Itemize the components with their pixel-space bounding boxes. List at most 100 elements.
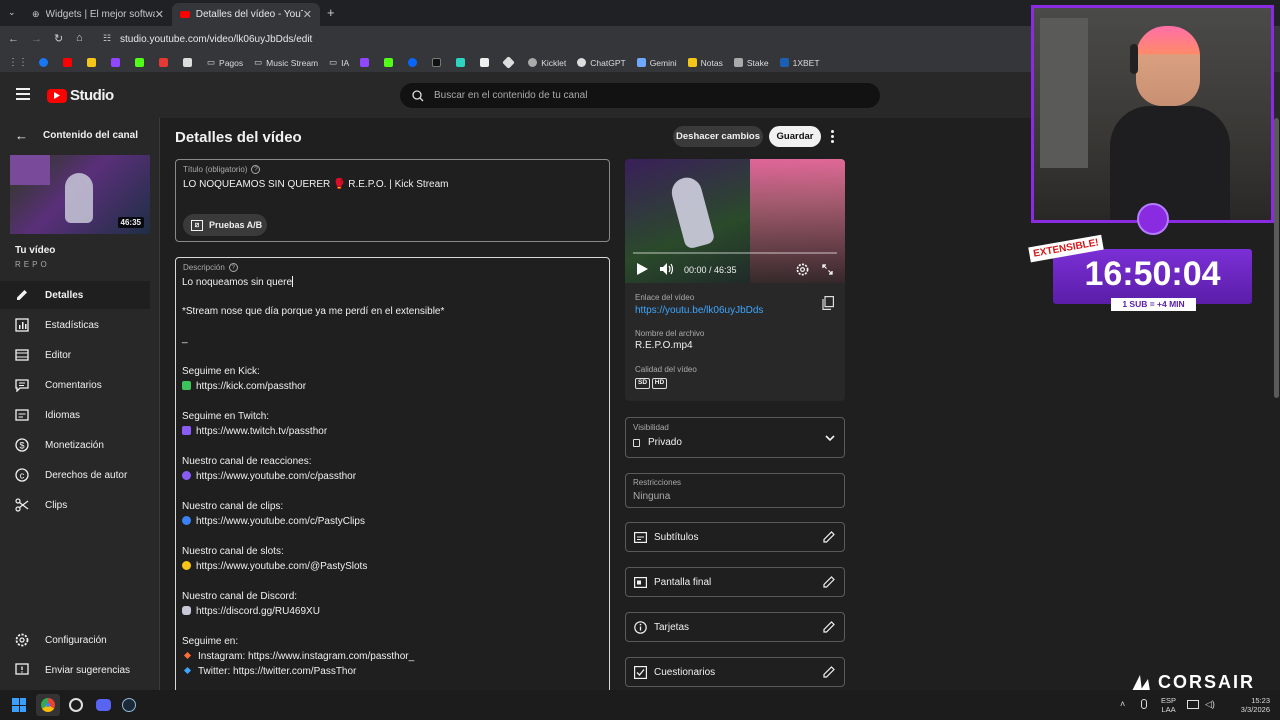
help-icon[interactable]: ? <box>251 165 261 174</box>
tab-video-details[interactable]: Detalles del vídeo - YouTube St ✕ <box>172 3 320 26</box>
windows-start-icon[interactable] <box>12 698 26 712</box>
facebook-icon[interactable] <box>39 58 52 67</box>
pencil-icon[interactable] <box>823 531 835 543</box>
video-link[interactable]: https://youtu.be/lk06uyJbDds <box>635 305 763 316</box>
undo-changes-button[interactable]: Deshacer cambios <box>673 126 763 147</box>
sidebar-item-clips[interactable]: Clips <box>0 491 150 519</box>
sidebar-item-monetizacion[interactable]: $ Monetización <box>0 431 150 459</box>
more-options-icon[interactable] <box>831 130 835 143</box>
bookmark-pagos[interactable]: ▭ Pagos <box>207 57 243 68</box>
play-icon[interactable] <box>637 263 648 275</box>
pencil-icon[interactable] <box>823 576 835 588</box>
webcam-overlay <box>1031 5 1274 223</box>
home-icon[interactable]: ⌂ <box>76 32 83 44</box>
twitch-icon[interactable] <box>360 58 373 67</box>
ab-test-button[interactable]: ⧄ Pruebas A/B <box>183 214 267 236</box>
bookmark-icon[interactable] <box>456 58 469 67</box>
new-tab-icon[interactable]: + <box>327 5 335 20</box>
page-scrollbar[interactable] <box>1274 118 1279 398</box>
kick-icon[interactable] <box>135 58 148 67</box>
bookmark-gemini[interactable]: Gemini <box>636 58 677 68</box>
bookmark-music-stream[interactable]: ▭ Music Stream <box>254 57 318 68</box>
chrome-taskbar-icon[interactable] <box>36 694 60 716</box>
bookmark-1xbet[interactable]: 1XBET <box>779 58 820 68</box>
speaker-icon[interactable]: ◁) <box>1205 699 1215 710</box>
obs-taskbar-icon[interactable] <box>69 698 83 712</box>
avatar-icon <box>1137 203 1169 235</box>
menu-icon[interactable] <box>16 88 30 100</box>
sidebar-item-configuracion[interactable]: Configuración <box>0 626 150 654</box>
bookmark-notas[interactable]: Notas <box>687 58 723 68</box>
sidebar-item-derechos-de-autor[interactable]: c Derechos de autor <box>0 461 150 489</box>
fullscreen-icon[interactable] <box>822 264 833 275</box>
bookmark-icon[interactable] <box>480 58 493 67</box>
volume-icon[interactable] <box>660 263 675 275</box>
close-tab-icon[interactable]: ✕ <box>155 8 164 21</box>
clock[interactable]: 15:23 3/3/2026 <box>1224 696 1270 714</box>
hd-badge: HD <box>652 378 667 389</box>
studio-logo[interactable]: Studio <box>47 87 114 104</box>
meta-icon[interactable] <box>408 58 421 67</box>
tab-list-chevron-icon[interactable]: ⌄ <box>8 7 20 19</box>
bookmark-kicklet[interactable]: Kicklet <box>528 58 566 68</box>
visibility-select[interactable]: Visibilidad Privado <box>625 417 845 458</box>
end-screen-icon <box>634 576 647 588</box>
bookmark-icon[interactable] <box>183 58 196 67</box>
pencil-icon[interactable] <box>823 621 835 633</box>
video-thumbnail[interactable]: 46:35 <box>10 155 150 234</box>
microphone-icon[interactable] <box>1141 699 1147 709</box>
tiktok-icon[interactable] <box>432 58 445 67</box>
site-info-icon[interactable]: ☷ <box>103 33 111 44</box>
quizzes-row[interactable]: Cuestionarios <box>625 657 845 687</box>
save-button[interactable]: Guardar <box>769 126 821 147</box>
apps-icon[interactable]: ⋮⋮ <box>8 57 28 68</box>
back-icon[interactable]: ← <box>8 33 19 45</box>
pencil-icon[interactable] <box>823 666 835 678</box>
restrictions-field[interactable]: Restricciones Ninguna <box>625 473 845 508</box>
progress-bar[interactable] <box>633 252 837 254</box>
end-screen-row[interactable]: Pantalla final <box>625 567 845 597</box>
language-indicator[interactable]: ESP LAA <box>1161 696 1176 714</box>
bookmark-chatgpt[interactable]: ChatGPT <box>577 58 626 68</box>
bookmark-stake[interactable]: Stake <box>733 58 769 68</box>
player-settings-icon[interactable] <box>796 263 809 276</box>
sidebar-item-comentarios[interactable]: Comentarios <box>0 371 150 399</box>
help-icon[interactable]: ? <box>228 263 238 272</box>
sidebar-item-estadisticas[interactable]: Estadísticas <box>0 311 150 339</box>
sidebar-item-enviar-sugerencias[interactable]: Enviar sugerencias <box>0 656 150 684</box>
url-field[interactable]: studio.youtube.com/video/lk06uyJbDds/edi… <box>120 34 312 45</box>
close-tab-icon[interactable]: ✕ <box>303 8 312 21</box>
bookmark-icon[interactable] <box>502 56 517 69</box>
description-text[interactable]: Lo noqueamos sin quere <box>182 276 294 288</box>
sidebar-item-detalles[interactable]: Detalles <box>0 281 150 309</box>
steam-taskbar-icon[interactable] <box>122 698 136 712</box>
visibility-label: Visibilidad <box>633 423 669 432</box>
youtube-bookmark-icon[interactable] <box>63 58 76 67</box>
title-field[interactable]: Título (obligatorio) ? LO NOQUEAMOS SIN … <box>175 159 610 242</box>
twitch-icon[interactable] <box>111 58 124 67</box>
bookmark-icon[interactable] <box>87 58 100 67</box>
back-to-content-button[interactable]: ← Contenido del canal <box>15 128 138 143</box>
webcam-person-body <box>1110 106 1230 220</box>
monitor-icon[interactable] <box>1187 700 1199 709</box>
bookmark-icon[interactable] <box>159 58 172 67</box>
tab-widgets[interactable]: ⊕ Widgets | El mejor software pa ✕ <box>24 3 172 26</box>
discord-taskbar-icon[interactable] <box>96 699 111 711</box>
kick-icon[interactable] <box>384 58 397 67</box>
subtitles-row[interactable]: Subtítulos <box>625 522 845 552</box>
copy-icon[interactable] <box>822 296 834 310</box>
description-link: https://www.youtube.com/c/PastyClips <box>182 516 365 527</box>
sidebar-item-idiomas[interactable]: Idiomas <box>0 401 150 429</box>
tray-arrow-icon[interactable]: ˄ <box>1120 699 1125 709</box>
search-input[interactable]: Buscar en el contenido de tu canal <box>400 83 880 108</box>
green-square-icon <box>182 381 191 390</box>
player-time: 00:00 / 46:35 <box>684 265 737 275</box>
ab-test-icon: ⧄ <box>191 219 203 231</box>
reload-icon[interactable]: ↻ <box>54 32 63 45</box>
sidebar-item-editor[interactable]: Editor <box>0 341 150 369</box>
forward-icon[interactable]: → <box>31 33 42 45</box>
title-input[interactable]: LO NOQUEAMOS SIN QUERER 🥊 R.E.P.O. | Kic… <box>183 179 448 190</box>
cards-row[interactable]: Tarjetas <box>625 612 845 642</box>
bookmark-ia[interactable]: ▭ IA <box>329 57 349 68</box>
description-link: https://kick.com/passthor <box>182 381 306 392</box>
